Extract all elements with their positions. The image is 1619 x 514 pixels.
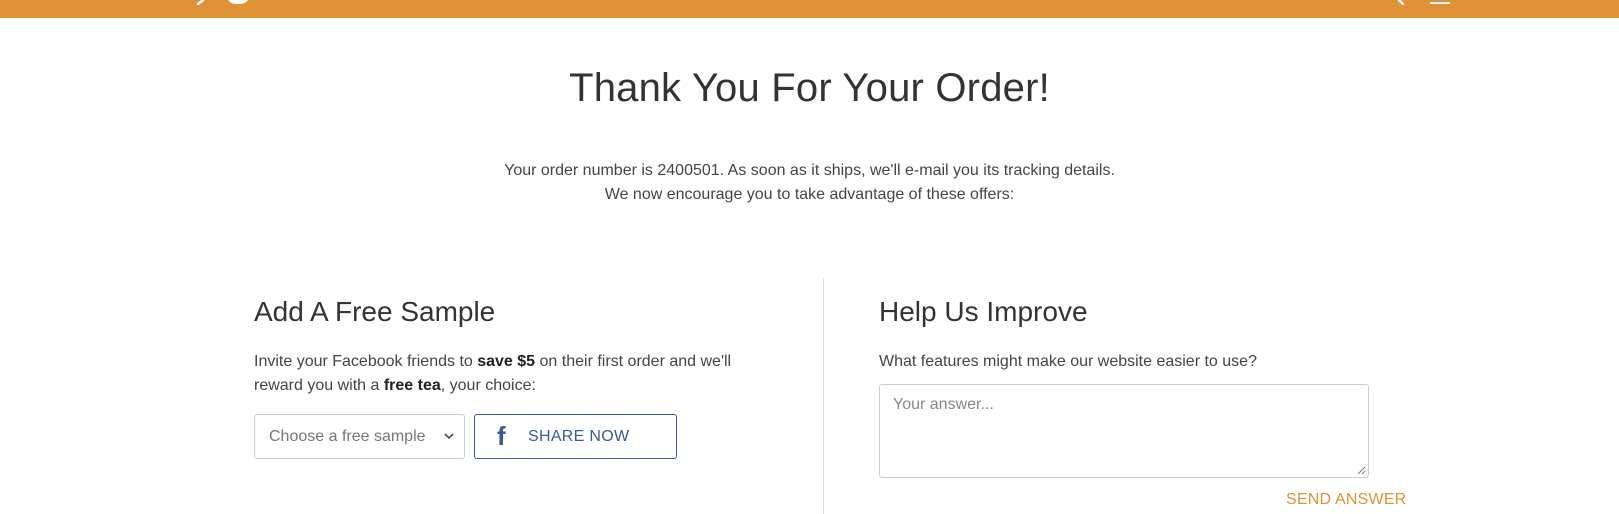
chevron-down-icon <box>444 433 454 440</box>
send-answer-button[interactable]: SEND ANSWER <box>1286 491 1406 509</box>
offers-intro-text: We now encourage you to take advantage o… <box>604 186 1015 203</box>
cart-icon[interactable] <box>1430 0 1450 4</box>
order-confirmation-text: Your order number is 2400501. As soon as… <box>504 162 1115 179</box>
free-sample-description: Invite your Facebook friends to save $5 … <box>254 353 732 394</box>
column-divider <box>823 278 824 514</box>
share-now-label: SHARE NOW <box>528 428 630 445</box>
leaf-logo-icon[interactable] <box>196 0 218 5</box>
answer-textarea[interactable]: Your answer... <box>879 384 1369 478</box>
help-improve-heading: Help Us Improve <box>879 296 1088 327</box>
page-title: Thank You For Your Order! <box>569 66 1050 110</box>
share-now-button[interactable]: f SHARE NOW <box>474 414 677 459</box>
free-sample-select-value: Choose a free sample <box>269 428 426 445</box>
answer-placeholder: Your answer... <box>893 396 994 413</box>
facebook-icon: f <box>497 421 506 451</box>
brand-logo-letter[interactable] <box>226 0 250 4</box>
free-tea-text: free tea <box>383 377 441 394</box>
free-sample-select[interactable]: Choose a free sample <box>254 414 465 459</box>
free-sample-heading: Add A Free Sample <box>254 296 496 327</box>
resize-handle-icon[interactable] <box>1356 465 1366 475</box>
save-amount-text: save $5 <box>477 353 536 370</box>
feedback-question: What features might make our website eas… <box>879 353 1257 370</box>
top-navigation-bar <box>0 0 1619 18</box>
search-icon[interactable] <box>1392 0 1406 5</box>
